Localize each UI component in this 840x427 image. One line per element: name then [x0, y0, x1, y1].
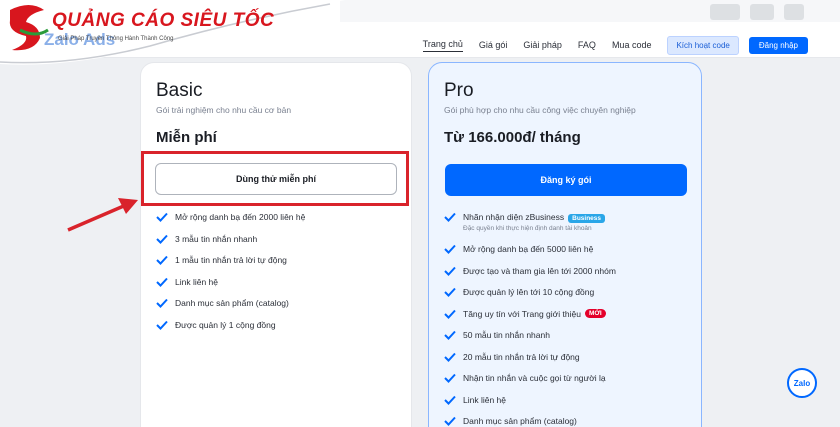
plan-title: Basic	[156, 80, 203, 101]
plan-description: Gói trải nghiệm cho nhu cầu cơ bản	[156, 105, 292, 115]
logo-subtitle: Giải Pháp Truyền Thông Hành Thành Công	[58, 36, 174, 42]
feature-text: Nhãn nhận diện zBusiness	[463, 212, 565, 222]
feature-item: Danh mục sản phẩm (catalog)	[444, 416, 616, 427]
check-icon	[444, 212, 456, 222]
feature-item: 3 mẫu tin nhắn nhanh	[156, 234, 305, 256]
activate-code-button[interactable]: Kích hoạt code	[667, 36, 739, 55]
annotation-arrow-icon	[67, 198, 138, 232]
check-icon	[156, 234, 168, 244]
nav-solutions[interactable]: Giải pháp	[523, 40, 562, 52]
feature-text: 20 mẫu tin nhắn trả lời tự động	[463, 351, 580, 362]
check-icon	[156, 298, 168, 308]
feature-item: Được tạo và tham gia lên tới 2000 nhóm	[444, 266, 616, 288]
check-icon	[156, 255, 168, 265]
plan-price: Miễn phí	[156, 129, 217, 146]
feature-item: 50 mẫu tin nhắn nhanh	[444, 330, 616, 352]
check-icon	[156, 320, 168, 330]
feature-text: 50 mẫu tin nhắn nhanh	[463, 330, 550, 340]
feature-text: Được quản lý 1 cộng đồng	[175, 319, 276, 330]
nav-pricing[interactable]: Giá gói	[479, 40, 508, 52]
feature-text: 1 mẫu tin nhắn trả lời tự động	[175, 255, 287, 265]
check-icon	[444, 266, 456, 276]
basic-plan-card: Basic Gói trải nghiệm cho nhu cầu cơ bản…	[140, 62, 412, 427]
plan-description: Gói phù hợp cho nhu cầu công việc chuyên…	[444, 105, 636, 115]
feature-text: Link liên hệ	[175, 276, 219, 287]
feature-text: Danh mục sản phẩm (catalog)	[463, 416, 577, 426]
feature-item: Nhãn nhận diện zBusiness Business Đặc quy…	[444, 212, 616, 244]
check-icon	[156, 277, 168, 287]
blurred-item	[784, 4, 804, 20]
feature-item: Được quản lý lên tới 10 cộng đồng	[444, 287, 616, 309]
feature-text: Mở rộng danh bạ đến 2000 liên hệ	[175, 212, 306, 222]
feature-item: Nhận tin nhắn và cuộc gọi từ người lạ	[444, 373, 616, 395]
feature-note: Đặc quyền khi thực hiện định danh tài kh…	[463, 225, 592, 232]
feature-item: Mở rộng danh bạ đến 2000 liên hệ	[156, 212, 305, 234]
basic-feature-list: Mở rộng danh bạ đến 2000 liên hệ 3 mẫu t…	[156, 212, 305, 341]
login-button[interactable]: Đăng nhập	[748, 37, 808, 54]
feature-item: Tăng uy tín với Trang giới thiệu MỚI	[444, 308, 616, 331]
feature-line: Nhãn nhận diện zBusiness Business	[463, 212, 606, 223]
feature-item: Link liên hệ	[156, 277, 305, 299]
new-badge: MỚI	[584, 308, 606, 318]
feature-content: Nhãn nhận diện zBusiness Business Đặc quy…	[463, 212, 606, 232]
pro-plan-card: Pro Gói phù hợp cho nhu cầu công việc ch…	[428, 62, 702, 427]
feature-text: Được tạo và tham gia lên tới 2000 nhóm	[463, 265, 616, 276]
feature-text: 3 mẫu tin nhắn nhanh	[175, 233, 258, 244]
feature-item: 20 mẫu tin nhắn trả lời tự động	[444, 352, 616, 374]
check-icon	[444, 416, 456, 426]
nav-buy-code[interactable]: Mua code	[612, 40, 652, 52]
plan-price: Từ 166.000đ/ tháng	[444, 129, 581, 146]
feature-text: Nhận tin nhắn và cuộc gọi từ người lạ	[463, 373, 606, 383]
check-icon	[444, 244, 456, 254]
feature-text: Được quản lý lên tới 10 cộng đồng	[463, 287, 595, 297]
feature-item: Link liên hệ	[444, 395, 616, 417]
zalo-fab-label: Zalo	[793, 378, 811, 388]
check-icon	[444, 309, 456, 319]
business-badge: Business	[568, 214, 606, 223]
blurred-header-strip	[340, 0, 840, 22]
check-icon	[444, 373, 456, 383]
main-nav: Trang chủ Giá gói Giải pháp FAQ Mua code…	[422, 36, 840, 55]
check-icon	[444, 287, 456, 297]
plan-title: Pro	[444, 80, 474, 101]
feature-text: Mở rộng danh bạ đến 5000 liên hệ	[463, 244, 594, 254]
check-icon	[444, 352, 456, 362]
feature-text: Tăng uy tín với Trang giới thiệu	[463, 308, 581, 319]
check-icon	[156, 212, 168, 222]
nav-faq[interactable]: FAQ	[578, 40, 596, 52]
feature-item: Được quản lý 1 cộng đồng	[156, 320, 305, 342]
check-icon	[444, 330, 456, 340]
logo-title: QUẢNG CÁO SIÊU TỐC	[52, 10, 275, 31]
zalo-chat-button[interactable]: Zalo	[787, 368, 817, 398]
feature-text: Danh mục sản phẩm (catalog)	[175, 298, 289, 308]
blurred-item	[710, 4, 740, 20]
feature-item: Danh mục sản phẩm (catalog)	[156, 298, 305, 320]
blurred-item	[750, 4, 774, 20]
feature-text: Link liên hệ	[463, 394, 507, 405]
register-plan-button[interactable]: Đăng ký gói	[445, 164, 687, 196]
brand-logo-overlay: Zalo Ads QUẢNG CÁO SIÊU TỐC Giải Pháp Tr…	[0, 0, 345, 68]
annotation-highlight-box	[141, 151, 409, 206]
nav-home[interactable]: Trang chủ	[422, 39, 463, 52]
feature-item: 1 mẫu tin nhắn trả lời tự động	[156, 255, 305, 277]
pro-feature-list: Nhãn nhận diện zBusiness Business Đặc quy…	[444, 212, 616, 427]
feature-item: Mở rộng danh bạ đến 5000 liên hệ	[444, 244, 616, 266]
check-icon	[444, 395, 456, 405]
